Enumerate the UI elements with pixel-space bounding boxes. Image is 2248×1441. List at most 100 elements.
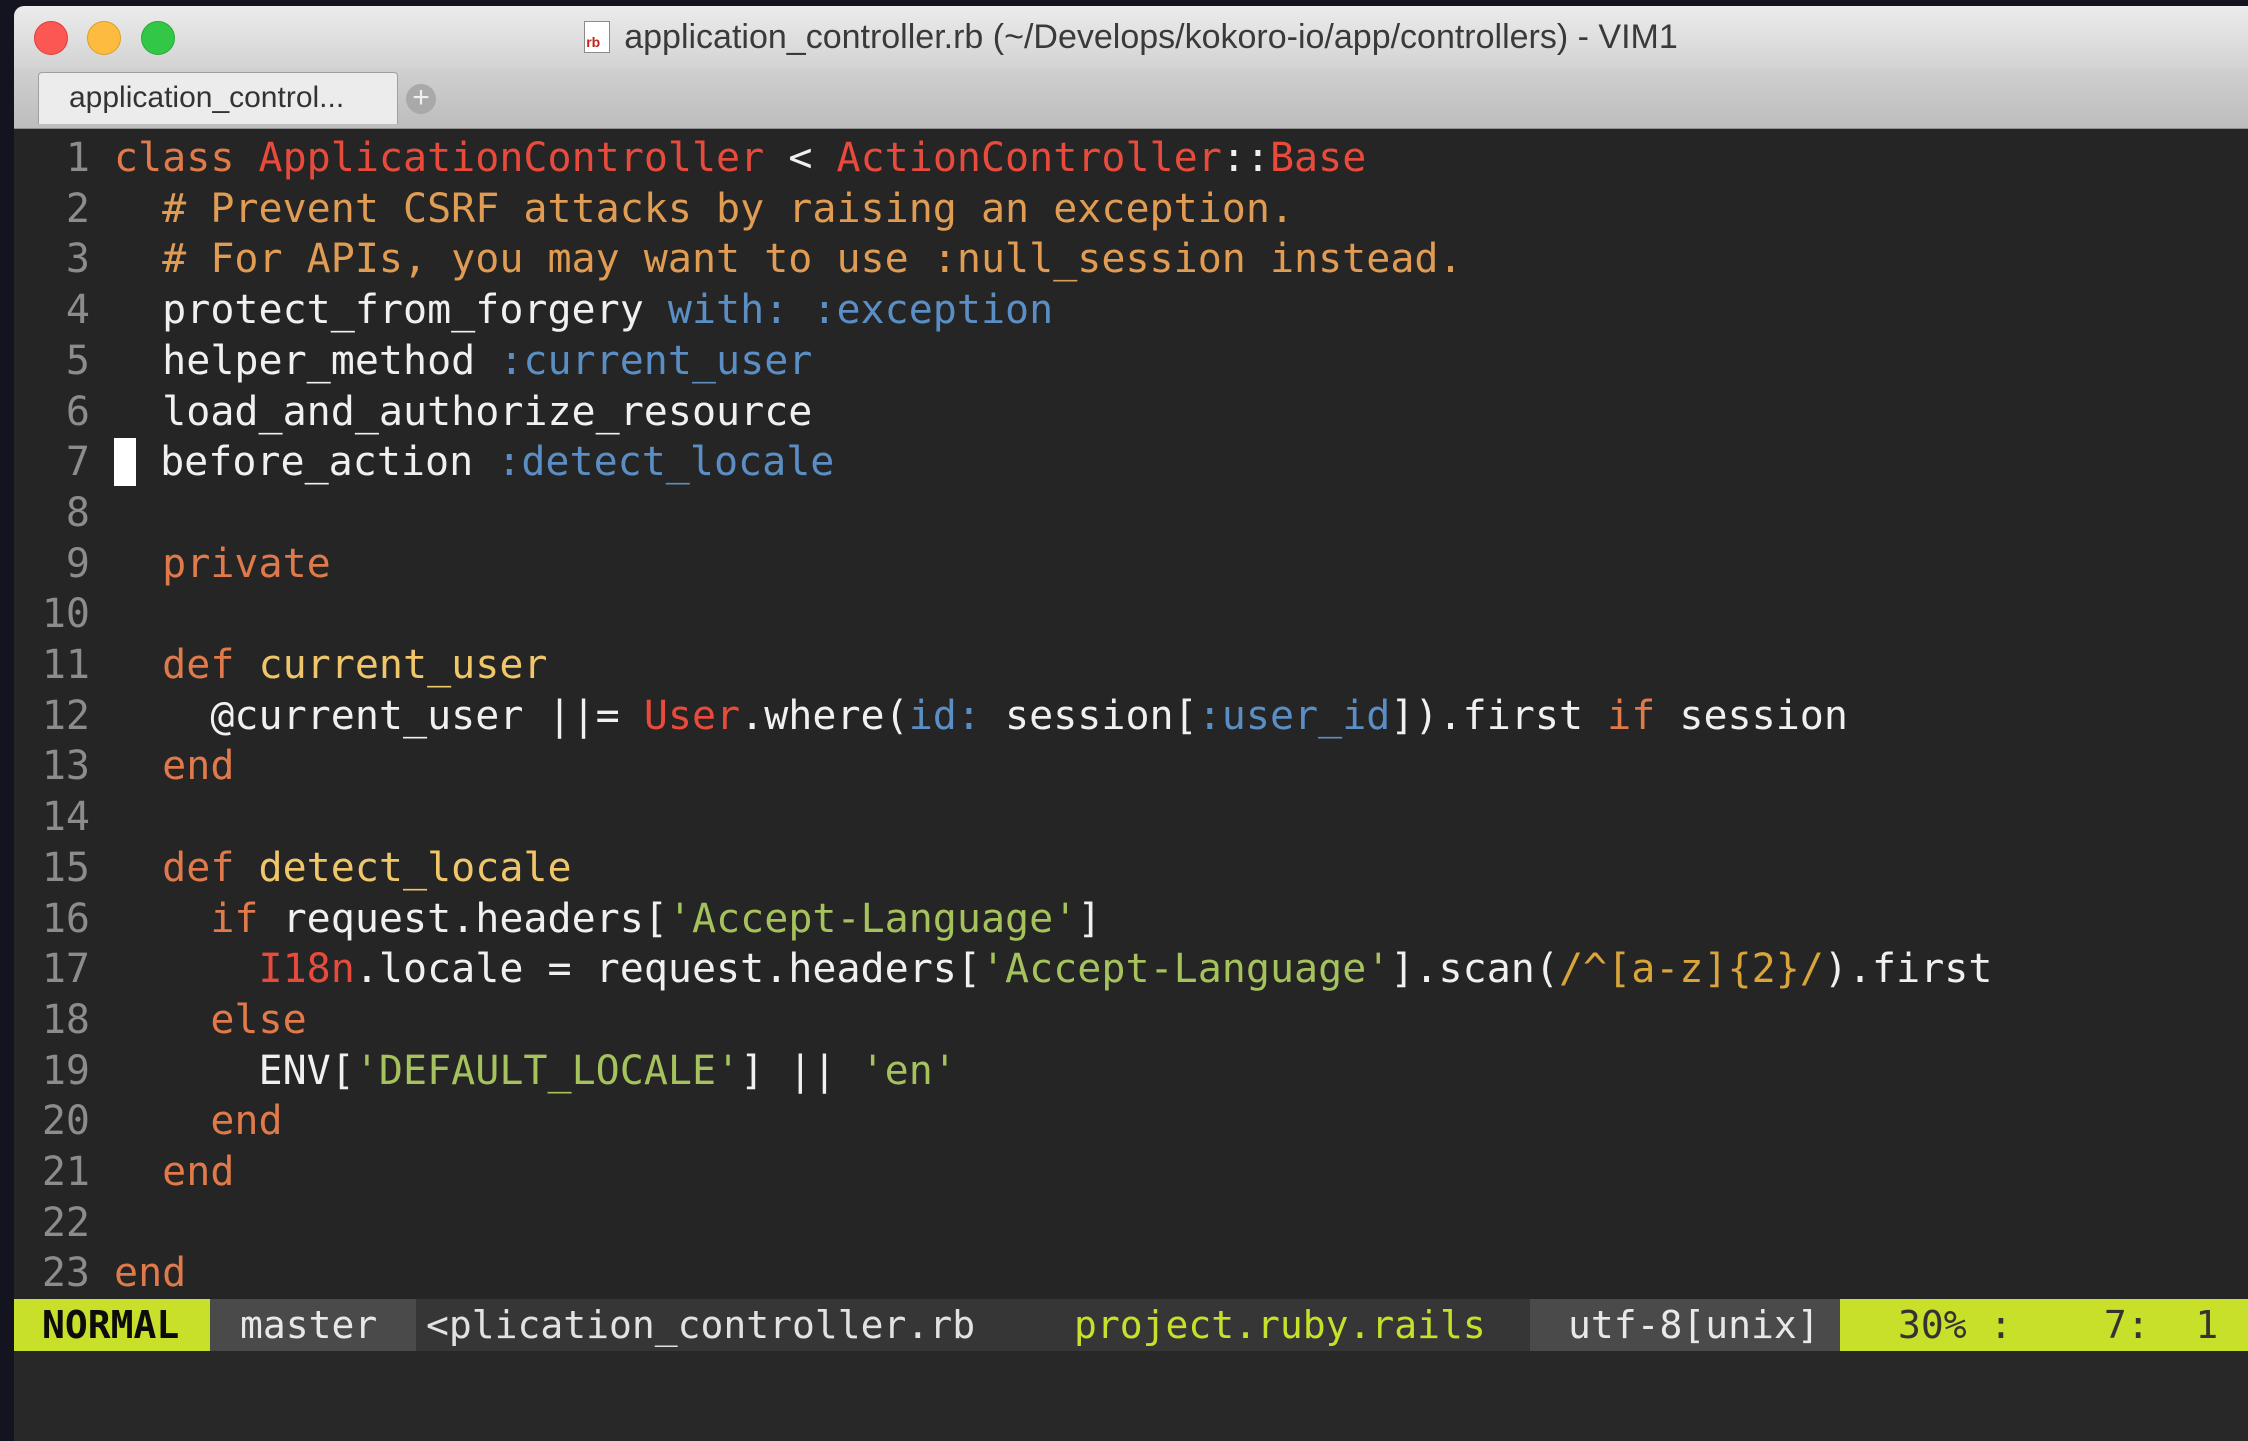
- line-number: 18: [41, 997, 90, 1043]
- code-token: def: [114, 642, 259, 688]
- code-line[interactable]: 3 # For APIs, you may want to use :null_…: [14, 234, 1463, 284]
- code-token: if: [114, 896, 259, 942]
- status-encoding: utf-8[unix]: [1530, 1299, 1840, 1351]
- line-number: 5: [65, 338, 90, 384]
- line-code: class ApplicationController < ActionCont…: [90, 133, 1366, 183]
- line-number: 16: [41, 896, 90, 942]
- code-token: 'DEFAULT_LOCALE': [354, 1048, 741, 1094]
- code-token: Base: [1269, 135, 1367, 181]
- code-line[interactable]: 10: [14, 589, 114, 639]
- code-token: session[: [980, 693, 1198, 739]
- line-number: 17: [41, 946, 90, 992]
- code-token: ).first: [1823, 946, 1993, 992]
- line-number: 12: [41, 693, 90, 739]
- code-token: :detect_locale: [497, 439, 835, 485]
- line-number: 15: [41, 845, 90, 891]
- tab-bar: application_control... +: [14, 68, 2248, 129]
- line-number: 4: [65, 287, 90, 333]
- code-token: I18n: [258, 946, 355, 992]
- code-line[interactable]: 11 def current_user: [14, 640, 548, 690]
- line-code: helper_method :current_user: [90, 336, 812, 386]
- line-number: 1: [65, 135, 90, 181]
- code-token: class: [114, 135, 259, 181]
- code-token: :current_user: [499, 338, 813, 384]
- code-line[interactable]: 16 if request.headers['Accept-Language']: [14, 894, 1102, 944]
- line-number: 10: [41, 591, 90, 637]
- line-code: @current_user ||= User.where(id: session…: [90, 691, 1848, 741]
- line-code: protect_from_forgery with: :exception: [90, 285, 1053, 335]
- code-line[interactable]: 9 private: [14, 539, 331, 589]
- code-token: end: [114, 1250, 187, 1296]
- line-code: end: [90, 1147, 234, 1197]
- code-token: if: [1607, 693, 1656, 739]
- line-number: 13: [41, 743, 90, 789]
- code-line[interactable]: 23 end: [14, 1248, 186, 1298]
- code-line[interactable]: 15 def detect_locale: [14, 843, 572, 893]
- ruby-file-icon: rb: [584, 21, 611, 53]
- line-number: 23: [41, 1250, 90, 1296]
- code-line[interactable]: 17 I18n.locale = request.headers['Accept…: [14, 944, 1993, 994]
- line-code: before_action :detect_locale: [90, 437, 834, 487]
- code-token: .where(: [740, 693, 909, 739]
- code-line[interactable]: 6 load_and_authorize_resource: [14, 387, 812, 437]
- code-line[interactable]: 19 ENV['DEFAULT_LOCALE'] || 'en': [14, 1046, 957, 1096]
- tab-application-controller[interactable]: application_control...: [38, 72, 398, 124]
- code-token: User: [643, 693, 741, 739]
- status-line: NORMAL master <plication_controller.rb p…: [14, 1299, 2248, 1351]
- code-line[interactable]: 7 before_action :detect_locale: [14, 437, 834, 487]
- code-line[interactable]: 5 helper_method :current_user: [14, 336, 812, 386]
- code-token: with: :exception: [667, 287, 1054, 333]
- code-line[interactable]: 22: [14, 1198, 114, 1248]
- code-token: load_and_authorize_resource: [114, 389, 813, 435]
- line-code: end: [90, 741, 234, 791]
- line-code: end: [90, 1248, 186, 1298]
- code-token: @current_user ||=: [114, 693, 644, 739]
- code-line[interactable]: 21 end: [14, 1147, 235, 1197]
- code-token: session: [1655, 693, 1848, 739]
- code-token: end: [114, 1098, 283, 1144]
- line-code: def current_user: [90, 640, 547, 690]
- line-code: private: [90, 539, 331, 589]
- title-bar[interactable]: rb application_controller.rb (~/Develops…: [14, 6, 2248, 69]
- window-title: application_controller.rb (~/Develops/ko…: [624, 17, 1678, 56]
- code-token: <: [764, 135, 837, 181]
- code-line[interactable]: 4 protect_from_forgery with: :exception: [14, 285, 1053, 335]
- code-token: ActionController: [836, 135, 1222, 181]
- code-line[interactable]: 14: [14, 792, 114, 842]
- code-line[interactable]: 13 end: [14, 741, 235, 791]
- code-token: else: [114, 997, 307, 1043]
- code-token: /^[a-z]{2}/: [1558, 946, 1824, 992]
- code-token: ApplicationController: [258, 135, 765, 181]
- code-line[interactable]: 18 else: [14, 995, 307, 1045]
- line-code: # Prevent CSRF attacks by raising an exc…: [90, 184, 1294, 234]
- line-number: 9: [65, 541, 90, 587]
- code-line[interactable]: 2 # Prevent CSRF attacks by raising an e…: [14, 184, 1294, 234]
- line-number: 20: [41, 1098, 90, 1144]
- line-code: else: [90, 995, 307, 1045]
- line-number: 6: [65, 389, 90, 435]
- line-code: end: [90, 1096, 283, 1146]
- code-token: protect_from_forgery: [114, 287, 668, 333]
- code-token: helper_method: [114, 338, 500, 384]
- code-token: before_action: [136, 439, 498, 485]
- line-code: I18n.locale = request.headers['Accept-La…: [90, 944, 1993, 994]
- command-line[interactable]: [14, 1351, 2248, 1441]
- text-cursor: [114, 438, 136, 486]
- vim-window: rb application_controller.rb (~/Develops…: [14, 6, 2248, 1441]
- mode-indicator: NORMAL: [14, 1299, 210, 1351]
- code-token: ] ||: [740, 1048, 861, 1094]
- code-token: private: [114, 541, 331, 587]
- status-position: 30% : 7: 1: [1840, 1299, 2248, 1351]
- status-filename: <plication_controller.rb: [426, 1303, 976, 1347]
- code-line[interactable]: 1 class ApplicationController < ActionCon…: [14, 133, 1366, 183]
- code-line[interactable]: 20 end: [14, 1096, 283, 1146]
- code-token: ].scan(: [1390, 946, 1559, 992]
- add-tab-icon[interactable]: +: [406, 83, 436, 114]
- code-token: end: [114, 1149, 235, 1195]
- code-token: ]: [1077, 896, 1102, 942]
- code-line[interactable]: 12 @current_user ||= User.where(id: sess…: [14, 691, 1848, 741]
- line-code: load_and_authorize_resource: [90, 387, 812, 437]
- code-line[interactable]: 8: [14, 488, 114, 538]
- code-editor[interactable]: 1 class ApplicationController < ActionCon…: [14, 129, 2248, 1299]
